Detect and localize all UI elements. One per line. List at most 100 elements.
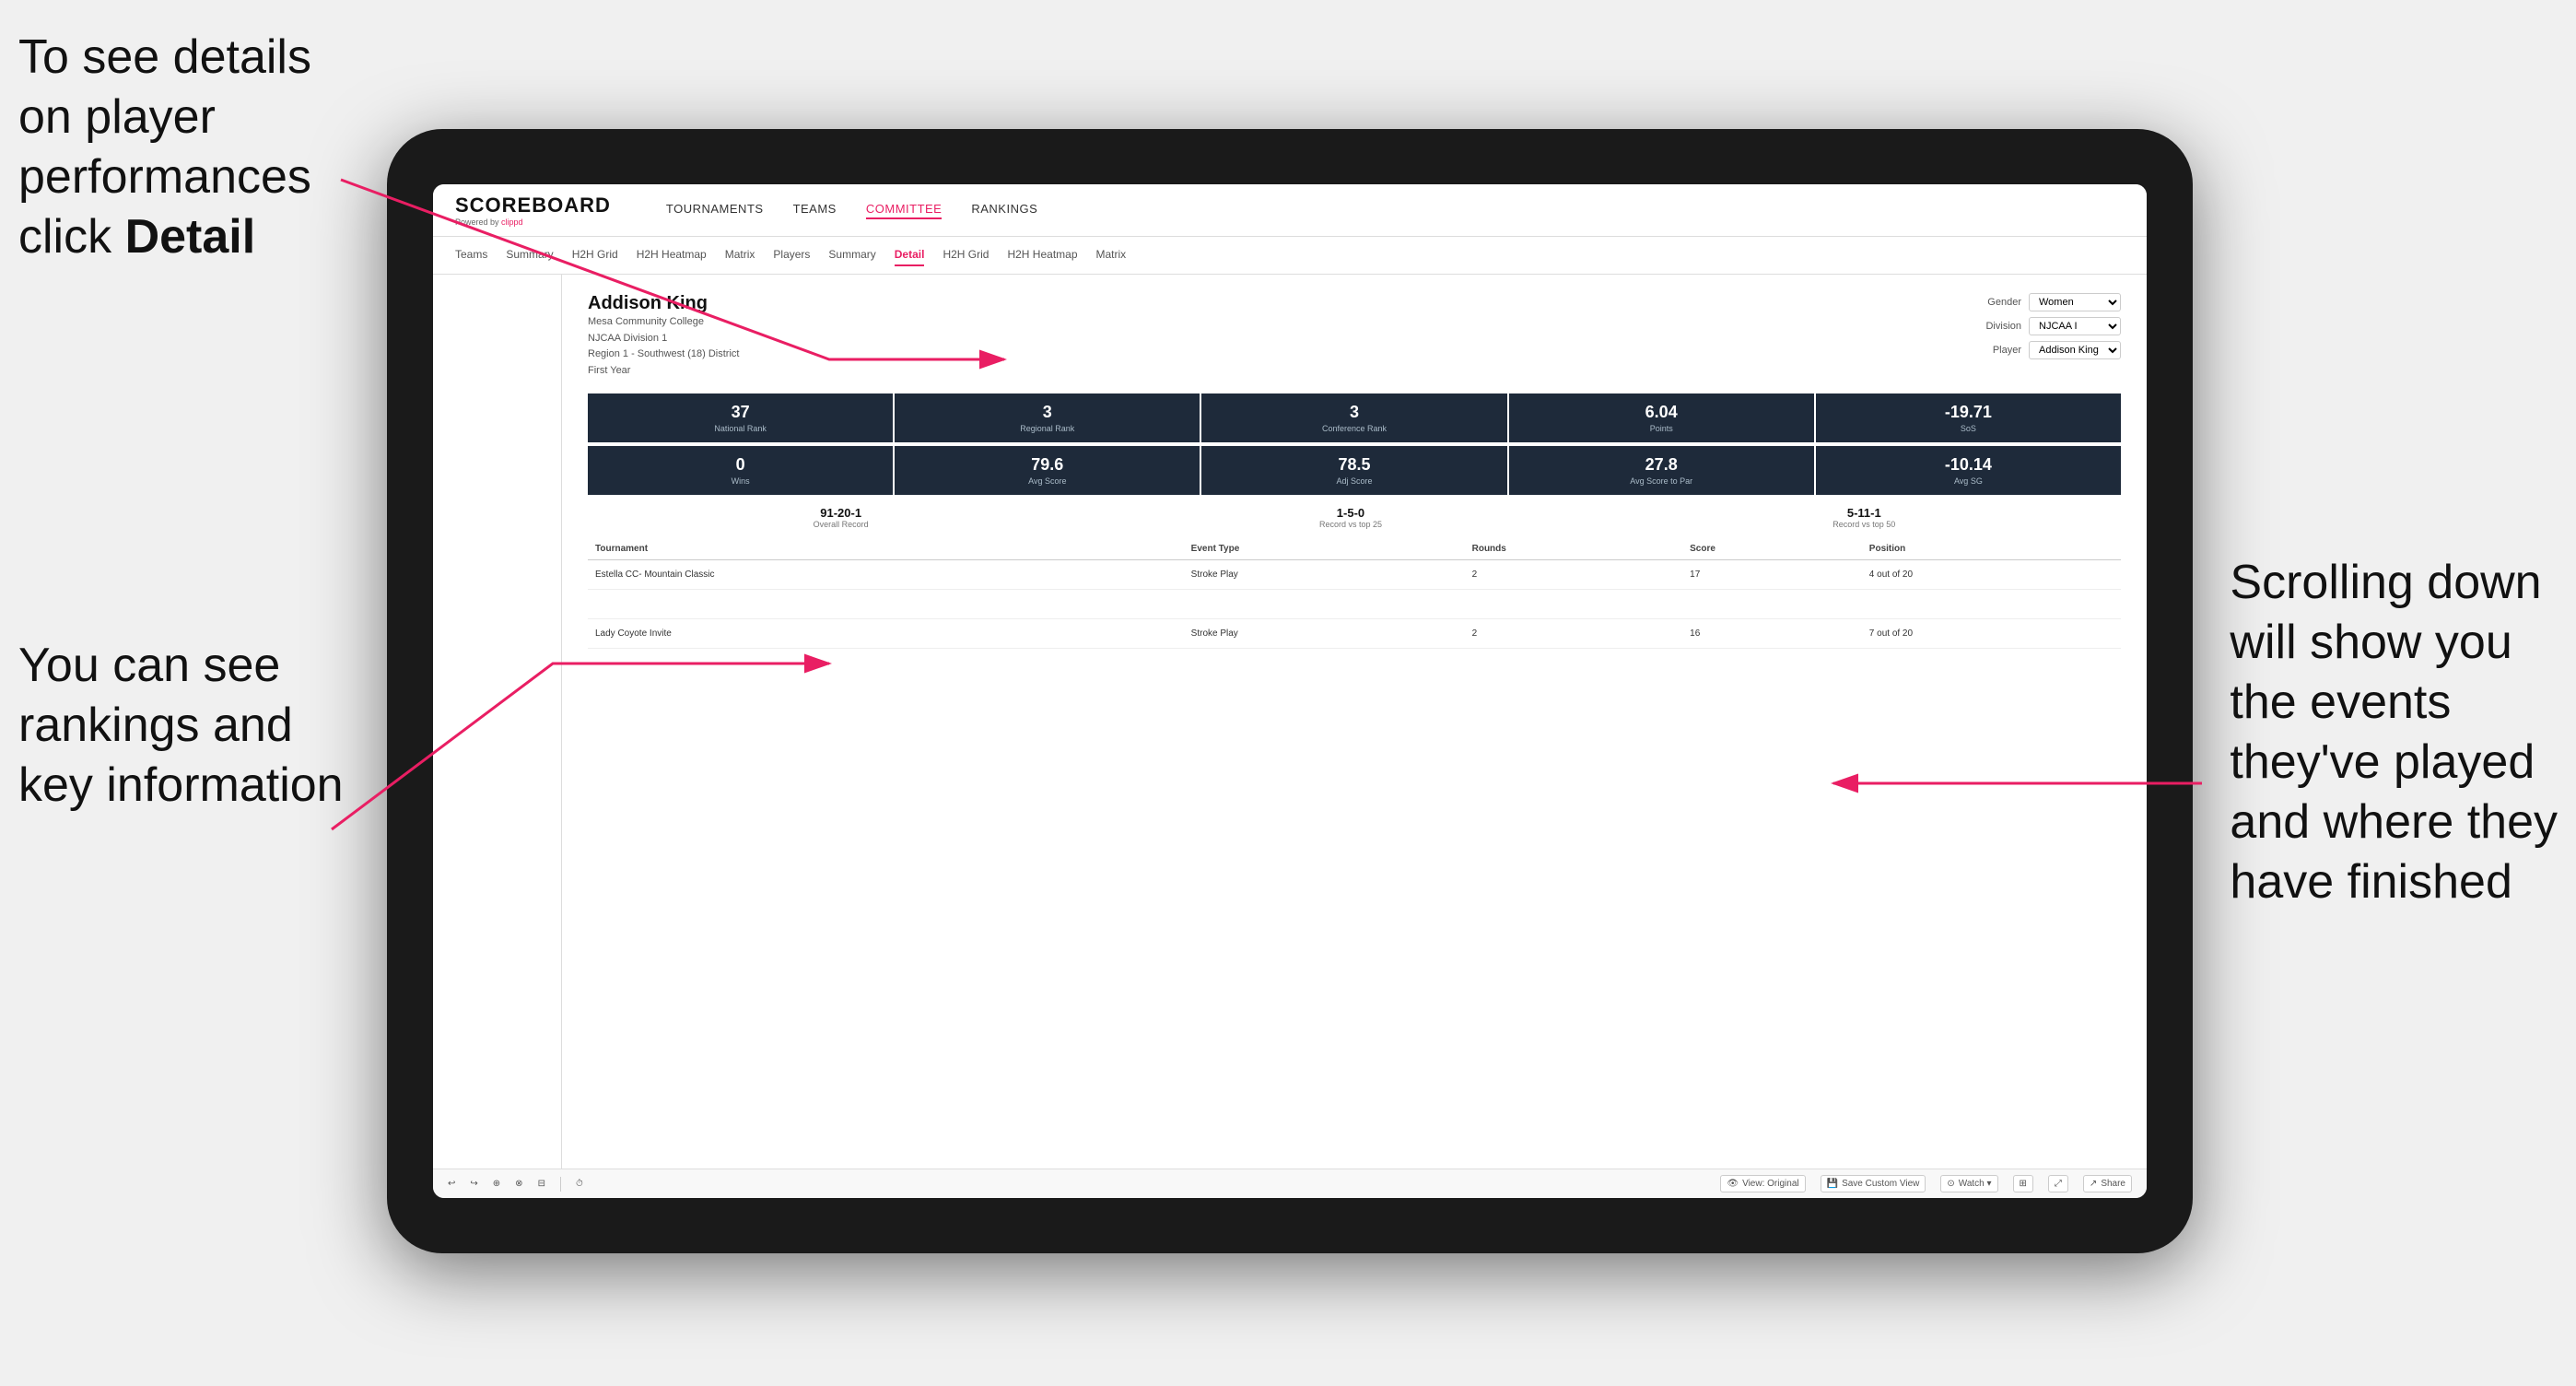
annotation-right-line2: will show you (2230, 616, 2512, 669)
share-icon: ↗ (2090, 1179, 2097, 1189)
view-icon: 👁 (1727, 1179, 1739, 1189)
stat-national-rank: 37 National Rank (588, 393, 893, 442)
cell-position-3: 7 out of 20 (1862, 619, 2121, 649)
annotation-right-line1: Scrolling down (2230, 556, 2541, 609)
stat-avg-score-par-value: 27.8 (1515, 455, 1809, 475)
cell-event-type-3: Stroke Play (1184, 619, 1465, 649)
division-select[interactable]: NJCAA I NJCAA II (2029, 317, 2121, 335)
app-container: SCOREBOARD Powered by clippd TOURNAMENTS… (433, 184, 2147, 1198)
annotation-right-line5: and where they (2230, 795, 2558, 849)
annotation-top-left: To see details on player performances cl… (18, 28, 369, 267)
stat-wins-label: Wins (593, 476, 887, 486)
player-division: NJCAA Division 1 (588, 331, 739, 347)
stat-avg-sg-value: -10.14 (1821, 455, 2115, 475)
nav-rankings[interactable]: RANKINGS (971, 202, 1037, 219)
tab-h2h-grid[interactable]: H2H Grid (572, 244, 618, 266)
stats-grid-row1: 37 National Rank 3 Regional Rank 3 Confe… (588, 393, 2121, 442)
annotation-right-line4: they've played (2230, 735, 2535, 789)
watch-label: Watch ▾ (1959, 1179, 1992, 1189)
toolbar-clock-icon[interactable]: ⏱ (576, 1179, 583, 1189)
stats-grid-row2: 0 Wins 79.6 Avg Score 78.5 Adj Score 2 (588, 446, 2121, 495)
player-controls: Gender Women Men Division NJCAA I (1985, 293, 2121, 359)
stat-adj-score: 78.5 Adj Score (1201, 446, 1506, 495)
stat-avg-score-value: 79.6 (900, 455, 1194, 475)
tab-players[interactable]: Players (773, 244, 810, 266)
player-year: First Year (588, 363, 739, 380)
division-row: Division NJCAA I NJCAA II (1985, 317, 2121, 335)
nav-teams[interactable]: TEAMS (793, 202, 837, 219)
toolbar-redo-icon[interactable]: ↪ (470, 1179, 477, 1189)
annotation-right: Scrolling down will show you the events … (2230, 553, 2558, 912)
gender-row: Gender Women Men (1987, 293, 2121, 311)
annotation-bottom-left-line3: key information (18, 758, 344, 812)
stat-conference-rank-value: 3 (1207, 403, 1501, 422)
stat-points-label: Points (1515, 424, 1809, 433)
stat-wins-value: 0 (593, 455, 887, 475)
tab-teams[interactable]: Teams (455, 244, 487, 266)
cell-tournament-1: Estella CC- Mountain Classic (588, 560, 1184, 590)
tab-summary2[interactable]: Summary (828, 244, 875, 266)
stat-sos: -19.71 SoS (1816, 393, 2121, 442)
nav-tournaments[interactable]: TOURNAMENTS (666, 202, 764, 219)
tab-summary[interactable]: Summary (506, 244, 553, 266)
col-position: Position (1862, 538, 2121, 560)
stat-sos-label: SoS (1821, 424, 2115, 433)
stat-national-rank-value: 37 (593, 403, 887, 422)
share-button[interactable]: ↗ Share (2083, 1175, 2132, 1192)
stat-avg-score-par-label: Avg Score to Par (1515, 476, 1809, 486)
annotation-bottom-left-line2: rankings and (18, 699, 293, 752)
record-top25-value: 1-5-0 (1319, 506, 1382, 520)
player-select[interactable]: Addison King (2029, 341, 2121, 359)
records-row: 91-20-1 Overall Record 1-5-0 Record vs t… (588, 506, 2121, 529)
toolbar-separator1 (560, 1177, 561, 1192)
cell-score-1: 17 (1682, 560, 1862, 590)
record-top50-value: 5-11-1 (1832, 506, 1895, 520)
record-top25-label: Record vs top 25 (1319, 520, 1382, 529)
gender-select[interactable]: Women Men (2029, 293, 2121, 311)
toolbar-icon3[interactable]: ⊟ (538, 1179, 545, 1189)
record-overall: 91-20-1 Overall Record (814, 506, 869, 529)
player-region: Region 1 - Southwest (18) District (588, 346, 739, 363)
logo-subtitle: Powered by clippd (455, 217, 611, 227)
toolbar-undo-icon[interactable]: ↩ (448, 1179, 455, 1189)
cell-tournament-3: Lady Coyote Invite (588, 619, 1184, 649)
stat-adj-score-value: 78.5 (1207, 455, 1501, 475)
stat-regional-rank-label: Regional Rank (900, 424, 1194, 433)
tournament-table: Tournament Event Type Rounds Score Posit… (588, 538, 2121, 649)
stat-avg-sg: -10.14 Avg SG (1816, 446, 2121, 495)
stat-avg-score: 79.6 Avg Score (895, 446, 1200, 495)
tab-matrix2[interactable]: Matrix (1096, 244, 1127, 266)
toolbar-icon2[interactable]: ⊗ (515, 1179, 522, 1189)
tab-detail[interactable]: Detail (895, 244, 925, 266)
tab-h2h-heatmap[interactable]: H2H Heatmap (637, 244, 707, 266)
stat-national-rank-label: National Rank (593, 424, 887, 433)
player-row: Player Addison King (1993, 341, 2121, 359)
logo-title: SCOREBOARD (455, 194, 611, 217)
save-custom-view-button[interactable]: 💾 Save Custom View (1821, 1175, 1926, 1192)
layout-icon-area[interactable]: ⊞ (2013, 1175, 2033, 1192)
bottom-toolbar: ↩ ↪ ⊕ ⊗ ⊟ ⏱ 👁 View: Original 💾 Save Cust… (433, 1169, 2147, 1198)
stat-avg-score-par: 27.8 Avg Score to Par (1509, 446, 1814, 495)
content-panel: Addison King Mesa Community College NJCA… (562, 275, 2147, 1169)
record-top50: 5-11-1 Record vs top 50 (1832, 506, 1895, 529)
player-college: Mesa Community College (588, 314, 739, 331)
logo-area: SCOREBOARD Powered by clippd (455, 194, 611, 227)
stat-wins: 0 Wins (588, 446, 893, 495)
watch-button[interactable]: ⊙ Watch ▾ (1940, 1175, 1997, 1192)
view-original-label: View: Original (1742, 1179, 1799, 1189)
tab-matrix[interactable]: Matrix (725, 244, 755, 266)
table-header-row: Tournament Event Type Rounds Score Posit… (588, 538, 2121, 560)
fullscreen-icon[interactable]: ⤢ (2048, 1175, 2068, 1192)
player-label: Player (1993, 345, 2021, 356)
toolbar-icon1[interactable]: ⊕ (493, 1179, 500, 1189)
stat-regional-rank: 3 Regional Rank (895, 393, 1200, 442)
tab-h2h-heatmap2[interactable]: H2H Heatmap (1007, 244, 1077, 266)
view-original-button[interactable]: 👁 View: Original (1720, 1175, 1805, 1192)
record-overall-label: Overall Record (814, 520, 869, 529)
save-icon: 💾 (1827, 1179, 1838, 1189)
left-sidebar (433, 275, 562, 1169)
nav-committee[interactable]: COMMITTEE (866, 202, 943, 219)
nav-items: TOURNAMENTS TEAMS COMMITTEE RANKINGS (666, 202, 1037, 219)
stat-regional-rank-value: 3 (900, 403, 1194, 422)
tab-h2h-grid2[interactable]: H2H Grid (943, 244, 989, 266)
